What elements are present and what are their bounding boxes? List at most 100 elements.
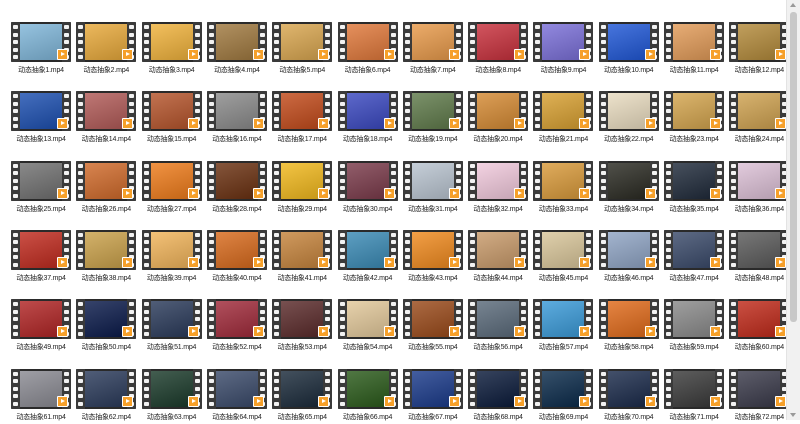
file-item[interactable]: 动态抽象36.mp4 <box>727 160 791 216</box>
video-thumbnail-icon <box>598 299 659 340</box>
file-name-label: 动态抽象27.mp4 <box>146 205 197 213</box>
file-item[interactable]: 动态抽象5.mp4 <box>270 22 334 77</box>
file-item[interactable]: 动态抽象54.mp4 <box>336 299 400 354</box>
file-item[interactable]: 动态抽象15.mp4 <box>140 91 204 146</box>
file-item[interactable]: 动态抽象62.mp4 <box>74 368 138 424</box>
file-item[interactable]: 动态抽象22.mp4 <box>597 91 661 146</box>
file-item[interactable]: 动态抽象71.mp4 <box>662 368 726 424</box>
file-name-label: 动态抽象47.mp4 <box>669 274 719 282</box>
file-item[interactable]: 动态抽象32.mp4 <box>466 160 530 216</box>
scroll-thumb[interactable] <box>790 12 797 322</box>
file-item[interactable]: 动态抽象37.mp4 <box>9 229 73 285</box>
video-thumbnail-icon <box>337 299 398 340</box>
file-item[interactable]: 动态抽象48.mp4 <box>727 229 791 285</box>
file-item[interactable]: 动态抽象4.mp4 <box>205 22 269 77</box>
file-item[interactable]: 动态抽象59.mp4 <box>662 299 726 354</box>
file-item[interactable]: 动态抽象52.mp4 <box>205 299 269 354</box>
file-item[interactable]: 动态抽象3.mp4 <box>140 22 204 77</box>
vertical-scrollbar[interactable] <box>786 0 800 420</box>
file-item[interactable]: 动态抽象25.mp4 <box>9 160 73 216</box>
file-item[interactable]: 动态抽象44.mp4 <box>466 229 530 285</box>
file-item[interactable]: 动态抽象51.mp4 <box>140 299 204 354</box>
film-strip <box>598 368 608 409</box>
video-thumbnail-icon <box>76 368 137 409</box>
film-strip <box>729 91 739 132</box>
file-item[interactable]: 动态抽象41.mp4 <box>270 229 334 285</box>
file-item[interactable]: 动态抽象27.mp4 <box>140 160 204 216</box>
play-icon <box>775 118 787 130</box>
thumbnail-frame <box>281 93 324 130</box>
file-item[interactable]: 动态抽象56.mp4 <box>466 299 530 354</box>
file-item[interactable]: 动态抽象7.mp4 <box>401 22 465 77</box>
video-thumbnail-icon <box>533 299 594 340</box>
file-item[interactable]: 动态抽象42.mp4 <box>336 229 400 285</box>
file-item[interactable]: 动态抽象31.mp4 <box>401 160 465 216</box>
file-item[interactable]: 动态抽象24.mp4 <box>727 91 791 146</box>
file-item[interactable]: 动态抽象43.mp4 <box>401 229 465 285</box>
file-item[interactable]: 动态抽象70.mp4 <box>597 368 661 424</box>
file-item[interactable]: 动态抽象2.mp4 <box>74 22 138 77</box>
file-item[interactable]: 动态抽象19.mp4 <box>401 91 465 146</box>
file-item[interactable]: 动态抽象26.mp4 <box>74 160 138 216</box>
file-item[interactable]: 动态抽象65.mp4 <box>270 368 334 424</box>
file-item[interactable]: 动态抽象6.mp4 <box>336 22 400 77</box>
file-item[interactable]: 动态抽象14.mp4 <box>74 91 138 146</box>
file-item[interactable]: 动态抽象63.mp4 <box>140 368 204 424</box>
file-item[interactable]: 动态抽象61.mp4 <box>9 368 73 424</box>
file-item[interactable]: 动态抽象47.mp4 <box>662 229 726 285</box>
file-item[interactable]: 动态抽象64.mp4 <box>205 368 269 424</box>
file-item[interactable]: 动态抽象55.mp4 <box>401 299 465 354</box>
file-item[interactable]: 动态抽象35.mp4 <box>662 160 726 216</box>
file-item[interactable]: 动态抽象72.mp4 <box>727 368 791 424</box>
thumbnail-frame <box>215 301 258 338</box>
file-item[interactable]: 动态抽象46.mp4 <box>597 229 661 285</box>
file-item[interactable]: 动态抽象50.mp4 <box>74 299 138 354</box>
file-name-label: 动态抽象67.mp4 <box>408 413 458 421</box>
file-item[interactable]: 动态抽象45.mp4 <box>531 229 595 285</box>
file-item[interactable]: 动态抽象38.mp4 <box>74 229 138 285</box>
file-item[interactable]: 动态抽象34.mp4 <box>597 160 661 216</box>
file-item[interactable]: 动态抽象10.mp4 <box>597 22 661 77</box>
scroll-down-arrow-icon[interactable] <box>790 413 796 417</box>
file-item[interactable]: 动态抽象40.mp4 <box>205 229 269 285</box>
play-icon <box>644 395 656 407</box>
file-item[interactable]: 动态抽象67.mp4 <box>401 368 465 424</box>
file-item[interactable]: 动态抽象13.mp4 <box>9 91 73 146</box>
file-item[interactable]: 动态抽象29.mp4 <box>270 160 334 216</box>
file-item[interactable]: 动态抽象69.mp4 <box>531 368 595 424</box>
file-item[interactable]: 动态抽象1.mp4 <box>9 22 73 77</box>
file-item[interactable]: 动态抽象17.mp4 <box>270 91 334 146</box>
file-item[interactable]: 动态抽象30.mp4 <box>336 160 400 216</box>
file-item[interactable]: 动态抽象33.mp4 <box>531 160 595 216</box>
film-strip <box>402 160 412 201</box>
file-item[interactable]: 动态抽象8.mp4 <box>466 22 530 77</box>
file-item[interactable]: 动态抽象60.mp4 <box>727 299 791 354</box>
file-item[interactable]: 动态抽象20.mp4 <box>466 91 530 146</box>
file-name-label: 动态抽象38.mp4 <box>81 274 132 282</box>
film-strip <box>533 91 543 132</box>
file-item[interactable]: 动态抽象18.mp4 <box>336 91 400 146</box>
file-item[interactable]: 动态抽象28.mp4 <box>205 160 269 216</box>
file-item[interactable]: 动态抽象58.mp4 <box>597 299 661 354</box>
file-item[interactable]: 动态抽象53.mp4 <box>270 299 334 354</box>
file-name-label: 动态抽象31.mp4 <box>408 205 458 213</box>
file-item[interactable]: 动态抽象21.mp4 <box>531 91 595 146</box>
thumbnail-frame <box>542 24 585 60</box>
file-item[interactable]: 动态抽象39.mp4 <box>140 229 204 285</box>
file-item[interactable]: 动态抽象12.mp4 <box>727 22 791 77</box>
play-icon <box>187 187 199 199</box>
file-item[interactable]: 动态抽象49.mp4 <box>9 299 73 354</box>
file-item[interactable]: 动态抽象9.mp4 <box>531 22 595 77</box>
file-item[interactable]: 动态抽象68.mp4 <box>466 368 530 424</box>
play-icon <box>57 187 68 199</box>
file-item[interactable]: 动态抽象16.mp4 <box>205 91 269 146</box>
file-name-label: 动态抽象40.mp4 <box>212 274 262 282</box>
scroll-up-arrow-icon[interactable] <box>790 3 796 7</box>
file-item[interactable]: 动态抽象11.mp4 <box>662 22 726 77</box>
file-name-label: 动态抽象33.mp4 <box>538 205 589 213</box>
thumbnail-frame <box>607 162 650 199</box>
video-thumbnail-icon <box>206 160 267 201</box>
file-item[interactable]: 动态抽象23.mp4 <box>662 91 726 146</box>
file-item[interactable]: 动态抽象66.mp4 <box>336 368 400 424</box>
file-item[interactable]: 动态抽象57.mp4 <box>531 299 595 354</box>
